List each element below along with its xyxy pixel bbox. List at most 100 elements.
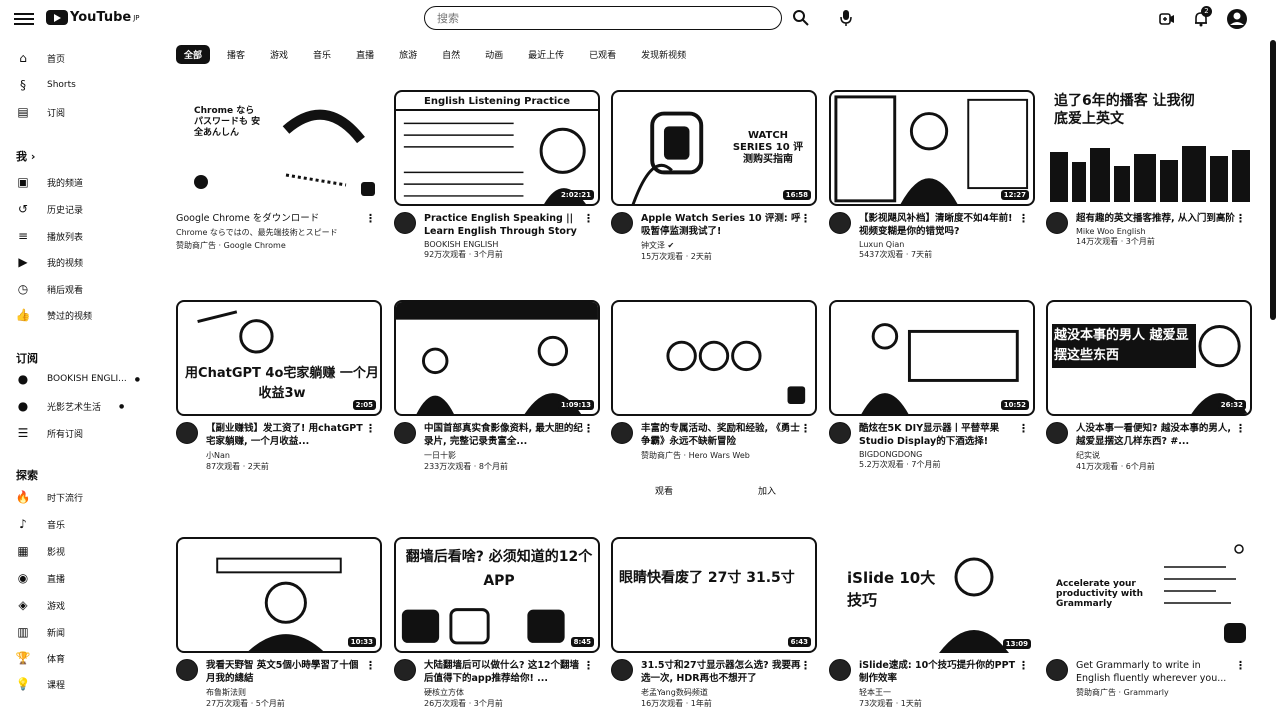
chip-gaming[interactable]: 游戏 bbox=[262, 45, 296, 64]
more-options-icon[interactable]: ⋮ bbox=[800, 422, 811, 435]
video-thumbnail[interactable]: 12:27 bbox=[829, 90, 1035, 206]
video-thumbnail[interactable] bbox=[611, 300, 817, 416]
video-channel[interactable]: 小Nan bbox=[206, 450, 366, 461]
menu-icon[interactable] bbox=[14, 10, 34, 28]
microphone-icon[interactable] bbox=[838, 9, 854, 27]
youtube-logo[interactable]: YouTube JP bbox=[46, 10, 140, 25]
video-channel[interactable]: BIGDONGDONG bbox=[859, 450, 1019, 459]
you-section-heading[interactable]: 我 › bbox=[16, 148, 35, 164]
video-channel[interactable]: 纪实说 bbox=[1076, 450, 1236, 461]
video-card[interactable]: 10:33 我看天野智 英文5個小時學習了十個月我的總結 布鲁斯法则 27万次观… bbox=[176, 537, 382, 709]
video-title[interactable]: 中国首部真实食影像资料, 最大胆的纪录片, 完整记录贵富全... bbox=[424, 422, 584, 448]
channel-avatar[interactable] bbox=[176, 659, 198, 681]
video-card[interactable]: 眼睛快看废了 27寸 31.5寸 6:43 31.5寸和27寸显示器怎么选? 我… bbox=[611, 537, 817, 709]
create-video-icon[interactable] bbox=[1156, 8, 1178, 30]
search-icon[interactable] bbox=[792, 9, 810, 27]
video-title[interactable]: Google Chrome をダウンロード bbox=[176, 212, 366, 225]
video-card[interactable]: 用ChatGPT 4o宅家躺赚 一个月收益3w 2:05 【副业赚钱】发工资了!… bbox=[176, 300, 382, 472]
video-channel[interactable]: BOOKISH ENGLISH bbox=[424, 240, 584, 249]
video-card[interactable]: 1:09:13 中国首部真实食影像资料, 最大胆的纪录片, 完整记录贵富全...… bbox=[394, 300, 600, 472]
channel-avatar[interactable] bbox=[1046, 659, 1068, 681]
video-thumbnail[interactable]: 10:33 bbox=[176, 537, 382, 653]
channel-avatar[interactable] bbox=[394, 212, 416, 234]
sidebar-item-my-channel[interactable]: ▣ 我的频道 bbox=[16, 174, 83, 190]
channel-avatar[interactable] bbox=[611, 422, 633, 444]
chip-recently-uploaded[interactable]: 最近上传 bbox=[520, 45, 572, 64]
video-title[interactable]: 大陆翻墙后可以做什么? 这12个翻墙后值得下的app推荐给你! ... bbox=[424, 659, 584, 685]
video-channel[interactable]: 赞助商广告 · Google Chrome bbox=[176, 240, 366, 251]
channel-avatar[interactable] bbox=[611, 212, 633, 234]
video-card[interactable]: iSlide 10大技巧 13:09 iSlide速成: 10个技巧提升你的PP… bbox=[829, 537, 1035, 709]
video-title[interactable]: Apple Watch Series 10 评测: 呼吸暂停监测我试了! bbox=[641, 212, 801, 238]
video-title[interactable]: 【影视飓风补档】清晰度不如4年前! 视频变糊是你的错觉吗? bbox=[859, 212, 1019, 238]
video-card[interactable]: 越没本事的男人 越爱显摆这些东西 26:32 人没本事一看便知? 越没本事的男人… bbox=[1046, 300, 1252, 472]
video-channel[interactable]: 轻本王一 bbox=[859, 687, 1019, 698]
video-channel[interactable]: 钟文泽 ✔ bbox=[641, 240, 801, 251]
chip-watched[interactable]: 已观看 bbox=[581, 45, 624, 64]
video-channel[interactable]: 老孟Yang数码频道 bbox=[641, 687, 801, 698]
chip-music[interactable]: 音乐 bbox=[305, 45, 339, 64]
video-channel[interactable]: 硬核立方体 bbox=[424, 687, 584, 698]
sidebar-item-subscriptions[interactable]: ▤ 订阅 bbox=[16, 104, 65, 120]
sidebar-item-trending[interactable]: 🔥 时下流行 bbox=[16, 489, 83, 505]
video-title[interactable]: 酷炫在5K DIY显示器丨平替苹果 Studio Display的下酒选择! bbox=[859, 422, 1019, 448]
video-thumbnail[interactable]: Chrome なら パスワードも 安全あんしん bbox=[176, 90, 382, 206]
sidebar-item-music[interactable]: ♪ 音乐 bbox=[16, 516, 65, 532]
video-title[interactable]: Practice English Speaking || Learn Engli… bbox=[424, 212, 584, 238]
search-input[interactable] bbox=[435, 10, 759, 26]
more-options-icon[interactable]: ⋮ bbox=[1018, 212, 1029, 225]
chip-nature[interactable]: 自然 bbox=[434, 45, 468, 64]
sidebar-item-all-subscriptions[interactable]: ☰ 所有订阅 bbox=[16, 425, 83, 441]
video-channel[interactable]: Mike Woo English bbox=[1076, 227, 1236, 236]
sidebar-item-liked[interactable]: 👍 赞过的视频 bbox=[16, 307, 92, 323]
channel-avatar[interactable] bbox=[611, 659, 633, 681]
video-card[interactable]: 翻墙后看啥? 必须知道的12个APP 8:45 大陆翻墙后可以做什么? 这12个… bbox=[394, 537, 600, 709]
more-options-icon[interactable]: ⋮ bbox=[583, 659, 594, 672]
video-title[interactable]: 人没本事一看便知? 越没本事的男人, 越爱显摆这几样东西? #... bbox=[1076, 422, 1236, 448]
sidebar-item-guangying[interactable]: ● 光影艺术生活 ● bbox=[16, 398, 125, 414]
more-options-icon[interactable]: ⋮ bbox=[800, 212, 811, 225]
sidebar-item-gaming[interactable]: ◈ 游戏 bbox=[16, 597, 65, 613]
more-options-icon[interactable]: ⋮ bbox=[365, 659, 376, 672]
video-thumbnail[interactable]: Accelerate your productivity with Gramma… bbox=[1046, 537, 1252, 653]
video-thumbnail[interactable]: 越没本事的男人 越爱显摆这些东西 26:32 bbox=[1046, 300, 1252, 416]
sidebar-item-my-videos[interactable]: ▶ 我的视频 bbox=[16, 254, 83, 270]
sidebar-item-bookish-english[interactable]: ● BOOKISH ENGLI... ● bbox=[16, 371, 140, 387]
video-thumbnail[interactable]: 眼睛快看废了 27寸 31.5寸 6:43 bbox=[611, 537, 817, 653]
video-card[interactable]: WATCH SERIES 10 评测购买指南 16:58 Apple Watch… bbox=[611, 90, 817, 262]
ad-add-button[interactable]: 加入 bbox=[758, 484, 776, 497]
video-card[interactable]: Accelerate your productivity with Gramma… bbox=[1046, 537, 1252, 698]
video-title[interactable]: Get Grammarly to write in English fluent… bbox=[1076, 659, 1236, 685]
sidebar-item-courses[interactable]: 💡 课程 bbox=[16, 676, 65, 692]
video-title[interactable]: iSlide速成: 10个技巧提升你的PPT制作效率 bbox=[859, 659, 1019, 685]
video-thumbnail[interactable]: English Listening Practice 2:02:21 bbox=[394, 90, 600, 206]
chip-animation[interactable]: 动画 bbox=[477, 45, 511, 64]
video-card[interactable]: Chrome なら パスワードも 安全あんしん Google Chrome をダ… bbox=[176, 90, 382, 251]
channel-avatar[interactable] bbox=[176, 422, 198, 444]
video-thumbnail[interactable]: 用ChatGPT 4o宅家躺赚 一个月收益3w 2:05 bbox=[176, 300, 382, 416]
video-thumbnail[interactable]: WATCH SERIES 10 评测购买指南 16:58 bbox=[611, 90, 817, 206]
chip-new-to-you[interactable]: 发现新视频 bbox=[633, 45, 694, 64]
sidebar-item-home[interactable]: ⌂ 首页 bbox=[16, 50, 65, 66]
sidebar-item-sports[interactable]: 🏆 体育 bbox=[16, 650, 65, 666]
video-channel[interactable]: 赞助商广告 · Hero Wars Web bbox=[641, 450, 801, 461]
more-options-icon[interactable]: ⋮ bbox=[1235, 422, 1246, 435]
sidebar-item-movies[interactable]: ▦ 影视 bbox=[16, 543, 65, 559]
video-card[interactable]: 10:52 酷炫在5K DIY显示器丨平替苹果 Studio Display的下… bbox=[829, 300, 1035, 470]
video-card[interactable]: 追了6年的播客 让我彻底爱上英文 超有趣的英文播客推荐, 从入门到高阶 Mike… bbox=[1046, 90, 1252, 247]
sidebar-item-watch-later[interactable]: ◷ 稍后观看 bbox=[16, 281, 83, 297]
search-box[interactable] bbox=[424, 6, 782, 30]
account-avatar-icon[interactable] bbox=[1226, 8, 1248, 30]
more-options-icon[interactable]: ⋮ bbox=[1235, 659, 1246, 672]
chip-all[interactable]: 全部 bbox=[176, 45, 211, 64]
video-channel[interactable]: 赞助商广告 · Grammarly bbox=[1076, 687, 1236, 698]
more-options-icon[interactable]: ⋮ bbox=[1235, 212, 1246, 225]
sidebar-item-news[interactable]: ▥ 新闻 bbox=[16, 624, 65, 640]
channel-avatar[interactable] bbox=[394, 659, 416, 681]
channel-avatar[interactable] bbox=[829, 422, 851, 444]
video-thumbnail[interactable]: 1:09:13 bbox=[394, 300, 600, 416]
video-card[interactable]: 丰富的专属活动、奖励和经验, 《勇士争霸》永远不缺新冒险 赞助商广告 · Her… bbox=[611, 300, 817, 461]
video-title[interactable]: 超有趣的英文播客推荐, 从入门到高阶 bbox=[1076, 212, 1236, 225]
more-options-icon[interactable]: ⋮ bbox=[1018, 422, 1029, 435]
more-options-icon[interactable]: ⋮ bbox=[1018, 659, 1029, 672]
